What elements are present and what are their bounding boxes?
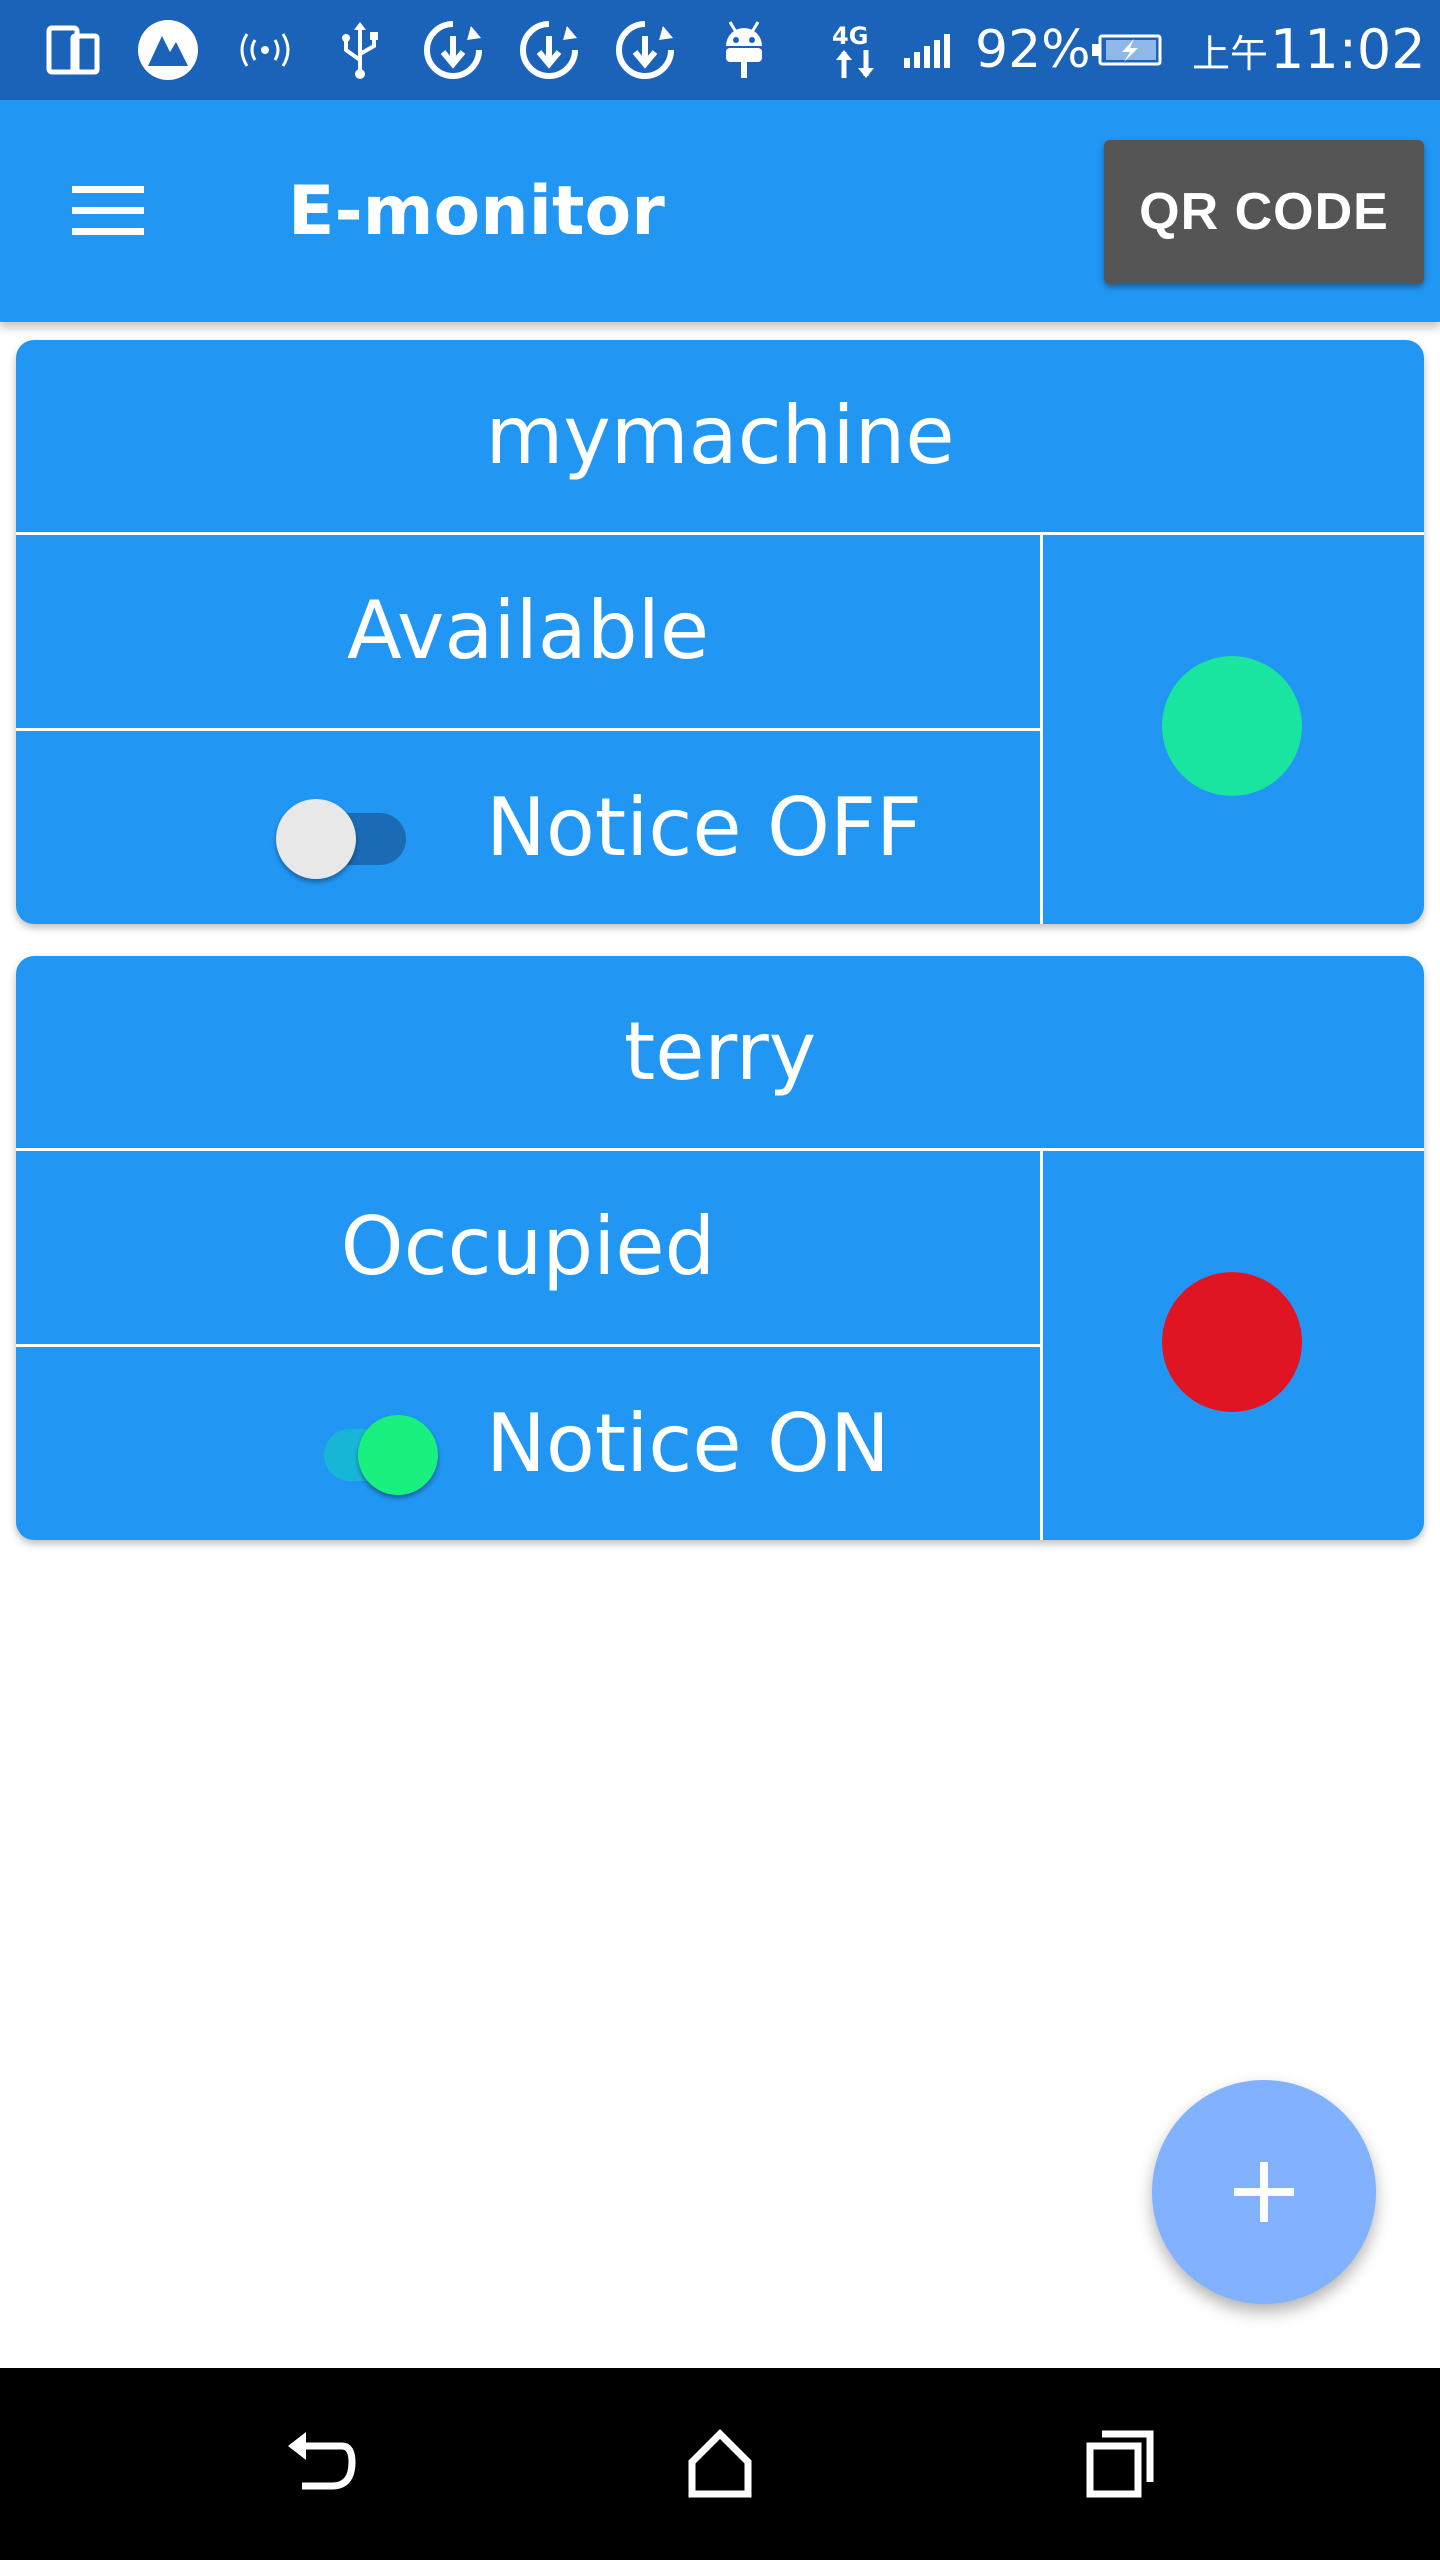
notice-row: Notice OFF: [16, 731, 1040, 924]
signal-icon: [900, 22, 964, 78]
status-indicator-dot: [1162, 656, 1302, 796]
notice-toggle[interactable]: [276, 791, 416, 879]
notice-toggle[interactable]: [306, 1407, 446, 1495]
app-title: E-monitor: [288, 172, 665, 251]
toggle-thumb: [276, 799, 356, 879]
recents-icon[interactable]: [1060, 2404, 1180, 2524]
notice-label: Notice OFF: [486, 781, 923, 874]
download-icon: [516, 21, 582, 79]
home-icon[interactable]: [660, 2404, 780, 2524]
qr-code-button[interactable]: QR CODE: [1104, 140, 1424, 284]
hamburger-menu-icon[interactable]: [60, 170, 156, 250]
device-status: Occupied: [340, 1200, 716, 1293]
back-icon[interactable]: [260, 2404, 380, 2524]
notice-row: Notice ON: [16, 1347, 1040, 1540]
network-4g-icon: 4G: [826, 22, 886, 78]
device-card[interactable]: mymachine Available Notice OFF: [16, 340, 1424, 924]
hotspot-icon: [234, 22, 296, 78]
battery-percent: 92%: [975, 20, 1091, 80]
plus-icon: [1234, 2162, 1294, 2222]
divider: [1040, 534, 1043, 924]
divider: [1040, 1150, 1043, 1540]
app-logo-icon: [134, 20, 202, 80]
download-icon: [612, 21, 678, 79]
device-card[interactable]: terry Occupied Notice ON: [16, 956, 1424, 1540]
clock-ampm: 上午: [1192, 32, 1269, 76]
status-bar: 4G 92% 上午 11:02: [0, 0, 1440, 100]
system-nav-bar: [0, 2368, 1440, 2560]
android-icon: [714, 21, 774, 78]
svg-text:4G: 4G: [832, 22, 868, 50]
screen-mirror-icon: [42, 22, 104, 78]
usb-icon: [334, 22, 386, 79]
sync-download-icon: [420, 21, 486, 79]
clock-time: 11:02: [1270, 18, 1426, 81]
battery-charging-icon: [1090, 22, 1162, 78]
status-indicator-dot: [1162, 1272, 1302, 1412]
device-name: mymachine: [485, 389, 955, 482]
add-device-button[interactable]: [1152, 2080, 1376, 2304]
toggle-thumb: [358, 1415, 438, 1495]
notice-label: Notice ON: [486, 1397, 890, 1490]
device-status: Available: [346, 584, 710, 677]
device-name: terry: [623, 1005, 817, 1098]
app-bar: E-monitor QR CODE: [0, 100, 1440, 322]
